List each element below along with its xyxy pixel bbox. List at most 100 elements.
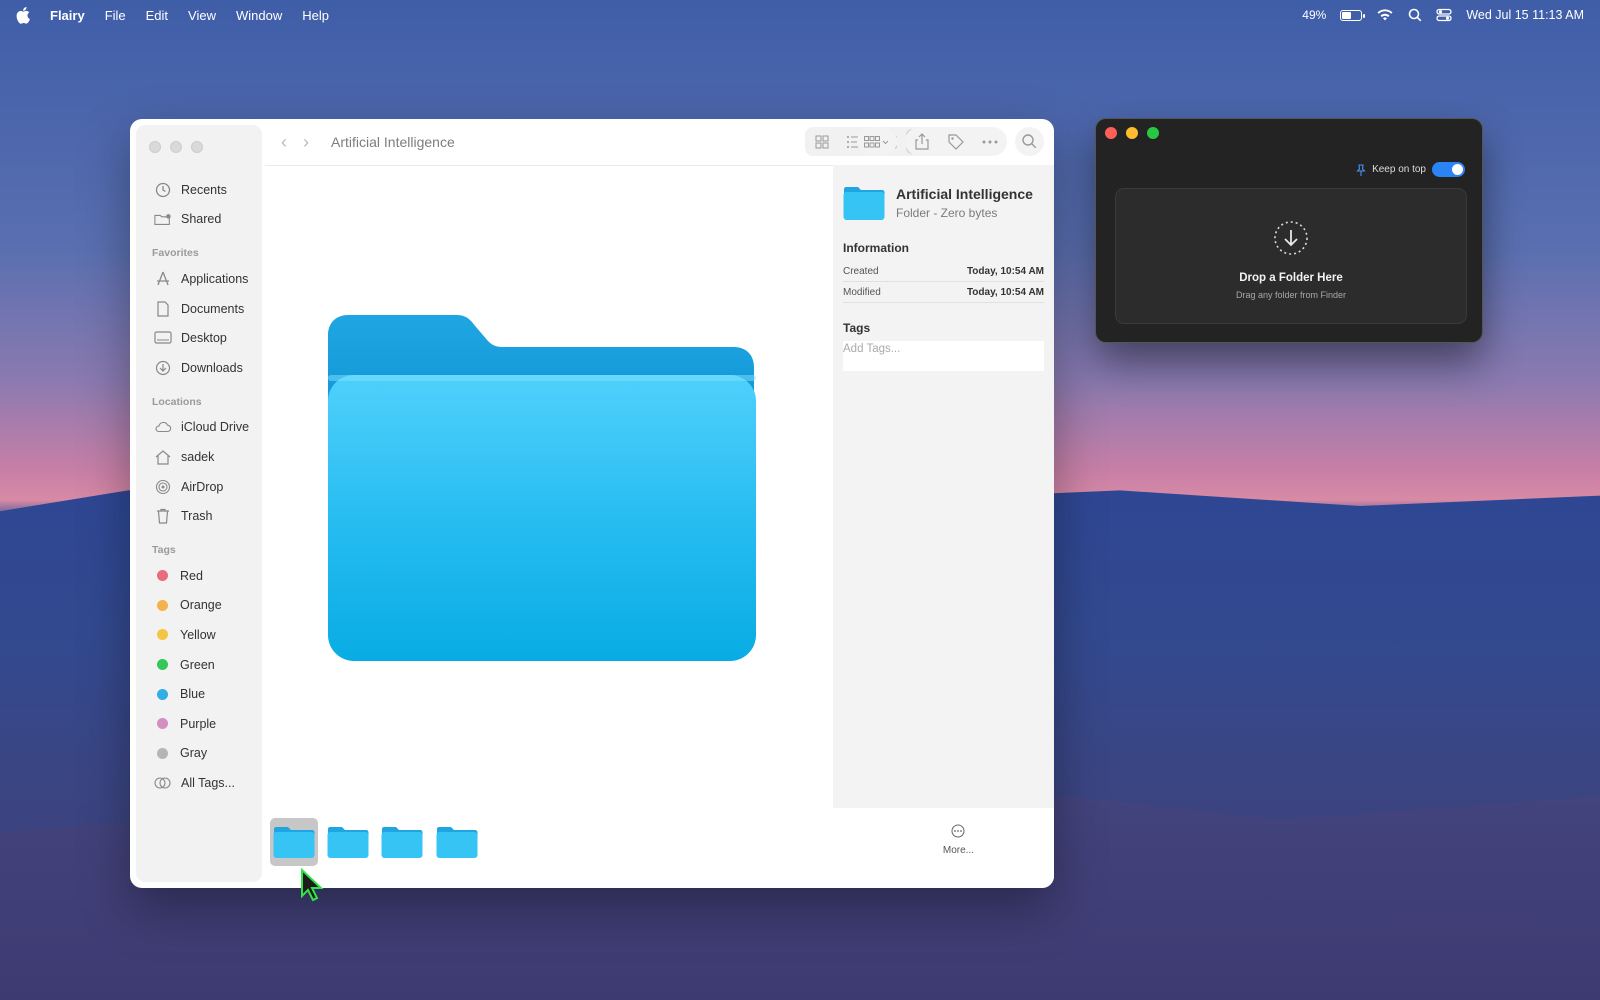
sidebar-tag-blue[interactable]: Blue bbox=[136, 679, 262, 709]
sidebar-tag-red[interactable]: Red bbox=[136, 561, 262, 591]
tag-icon bbox=[948, 133, 964, 150]
thumbnail-folder[interactable] bbox=[324, 818, 372, 866]
sidebar-tag-purple[interactable]: Purple bbox=[136, 709, 262, 739]
keep-on-top-control: Keep on top bbox=[1356, 162, 1465, 177]
tag-color-dot bbox=[157, 599, 168, 611]
ellipsis-circle-icon bbox=[951, 824, 965, 838]
sidebar-item-label: Desktop bbox=[181, 331, 227, 346]
sidebar-item-downloads[interactable]: Downloads bbox=[136, 353, 262, 383]
tag-color-dot bbox=[157, 629, 168, 641]
sidebar-item-label: Documents bbox=[181, 301, 245, 316]
zoom-button[interactable] bbox=[1147, 127, 1159, 139]
sidebar-item-label: Red bbox=[180, 568, 203, 583]
window-controls bbox=[1105, 127, 1159, 139]
sidebar-item-trash[interactable]: Trash bbox=[136, 501, 262, 531]
back-button[interactable]: ‹ bbox=[281, 132, 287, 153]
drop-subtitle: Drag any folder from Finder bbox=[1235, 290, 1347, 300]
thumbnail-folder-selected[interactable] bbox=[270, 818, 318, 866]
sidebar-item-label: Yellow bbox=[180, 627, 216, 642]
folder-icon bbox=[273, 827, 315, 858]
document-icon bbox=[154, 300, 172, 317]
sidebar-tag-gray[interactable]: Gray bbox=[136, 739, 262, 769]
menu-view[interactable]: View bbox=[188, 8, 216, 23]
battery-fill bbox=[1342, 11, 1351, 19]
forward-button[interactable]: › bbox=[303, 132, 309, 153]
finder-window: Recents Shared Favorites Applications Do… bbox=[130, 119, 1054, 888]
search-button[interactable] bbox=[1015, 127, 1044, 156]
sidebar-tag-green[interactable]: Green bbox=[136, 650, 262, 680]
sidebar-item-documents[interactable]: Documents bbox=[136, 294, 262, 324]
tag-color-dot bbox=[157, 659, 168, 671]
airdrop-icon bbox=[154, 479, 172, 495]
menu-help[interactable]: Help bbox=[302, 8, 329, 23]
control-center-icon[interactable] bbox=[1436, 8, 1452, 22]
menu-file[interactable]: File bbox=[105, 8, 126, 23]
desktop-icon bbox=[154, 330, 172, 346]
info-created-row: Created Today, 10:54 AM bbox=[843, 261, 1044, 282]
icon-view-button[interactable] bbox=[807, 129, 837, 154]
folder-icon bbox=[843, 187, 885, 220]
finder-sidebar: Recents Shared Favorites Applications Do… bbox=[136, 125, 262, 882]
thumbnail-folder[interactable] bbox=[433, 818, 481, 866]
sidebar-item-label: Purple bbox=[180, 716, 217, 731]
close-button[interactable] bbox=[149, 141, 161, 153]
group-icon bbox=[864, 135, 889, 147]
keep-on-top-label: Keep on top bbox=[1372, 164, 1426, 175]
inspector-panel: Artificial Intelligence Folder - Zero by… bbox=[833, 165, 1054, 808]
folder-icon bbox=[327, 827, 369, 858]
download-circle-icon bbox=[1274, 221, 1308, 255]
thumbnail-strip: More... bbox=[265, 808, 1054, 888]
more-actions-button[interactable] bbox=[973, 140, 1007, 144]
sidebar-item-recents[interactable]: Recents bbox=[136, 175, 262, 205]
sidebar-item-label: All Tags... bbox=[181, 775, 235, 790]
sidebar-item-all-tags[interactable]: All Tags... bbox=[136, 768, 262, 798]
home-icon bbox=[154, 449, 172, 465]
apple-logo-icon[interactable] bbox=[16, 6, 32, 24]
sidebar-item-label: iCloud Drive bbox=[181, 420, 250, 435]
keep-on-top-toggle[interactable] bbox=[1432, 162, 1465, 177]
minimize-button[interactable] bbox=[1126, 127, 1138, 139]
window-title: Artificial Intelligence bbox=[331, 134, 455, 150]
menu-window[interactable]: Window bbox=[236, 8, 282, 23]
menu-edit[interactable]: Edit bbox=[146, 8, 168, 23]
drop-title: Drop a Folder Here bbox=[1239, 272, 1343, 284]
sidebar-item-icloud-drive[interactable]: iCloud Drive bbox=[136, 413, 262, 443]
sidebar-item-label: Trash bbox=[181, 509, 213, 524]
wifi-icon[interactable] bbox=[1376, 8, 1394, 22]
tag-button[interactable] bbox=[939, 133, 973, 150]
sidebar-item-label: Green bbox=[180, 657, 215, 672]
sidebar-tag-yellow[interactable]: Yellow bbox=[136, 620, 262, 650]
sidebar-item-applications[interactable]: Applications bbox=[136, 264, 262, 294]
menu-bar: Flairy File Edit View Window Help 49% We… bbox=[0, 0, 1600, 30]
sidebar-item-shared[interactable]: Shared bbox=[136, 205, 262, 235]
search-icon bbox=[1022, 134, 1037, 149]
sidebar-tag-orange[interactable]: Orange bbox=[136, 591, 262, 621]
grid-icon bbox=[815, 135, 829, 148]
spotlight-search-icon[interactable] bbox=[1408, 8, 1422, 22]
menu-clock[interactable]: Wed Jul 15 11:13 AM bbox=[1466, 8, 1584, 22]
info-modified-label: Modified bbox=[843, 286, 881, 298]
group-by-button[interactable] bbox=[857, 127, 897, 156]
minimize-button[interactable] bbox=[170, 141, 182, 153]
sidebar-item-airdrop[interactable]: AirDrop bbox=[136, 472, 262, 502]
menu-app-name[interactable]: Flairy bbox=[50, 8, 85, 23]
zoom-button[interactable] bbox=[191, 141, 203, 153]
sidebar-item-desktop[interactable]: Desktop bbox=[136, 323, 262, 353]
close-button[interactable] bbox=[1105, 127, 1117, 139]
info-created-value: Today, 10:54 AM bbox=[966, 265, 1044, 277]
folder-drop-zone[interactable]: Drop a Folder Here Drag any folder from … bbox=[1115, 188, 1467, 324]
add-tags-input[interactable]: Add Tags... bbox=[843, 341, 1044, 371]
share-button[interactable] bbox=[905, 133, 939, 150]
tag-color-dot bbox=[157, 570, 168, 582]
sidebar-item-label: Blue bbox=[180, 687, 206, 702]
folder-icon bbox=[436, 827, 478, 858]
sidebar-item-home[interactable]: sadek bbox=[136, 442, 262, 472]
more-button[interactable]: More... bbox=[943, 824, 974, 856]
battery-icon[interactable] bbox=[1340, 9, 1366, 21]
sidebar-header-locations: Locations bbox=[152, 395, 202, 408]
tag-color-dot bbox=[157, 718, 168, 730]
trash-icon bbox=[154, 508, 172, 524]
thumbnail-folder[interactable] bbox=[378, 818, 426, 866]
download-icon bbox=[154, 360, 172, 376]
gallery-preview bbox=[265, 165, 833, 808]
